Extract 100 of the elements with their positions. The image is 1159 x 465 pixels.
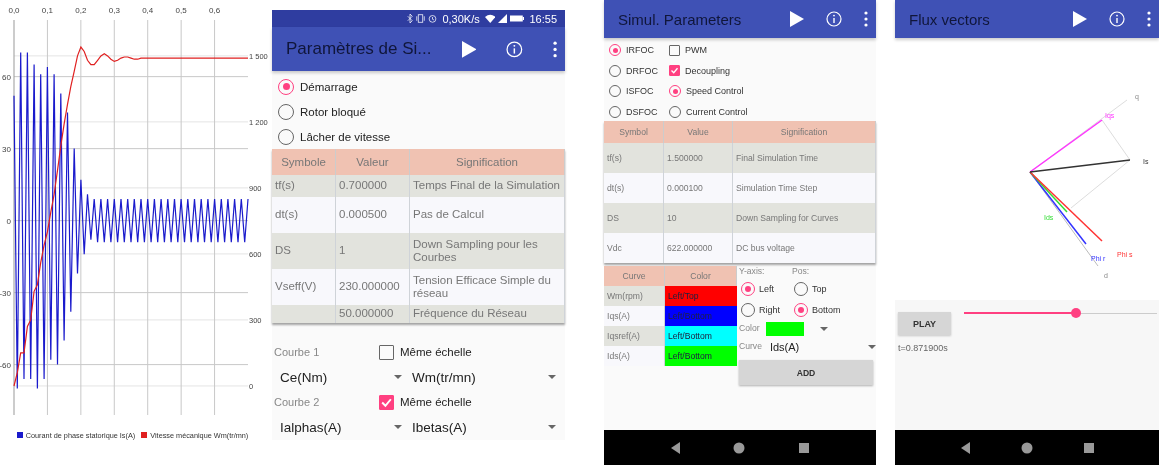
dropdown[interactable]: Wm(tr/mn)	[406, 369, 556, 385]
checkbox-label: Même échelle	[400, 396, 472, 408]
field-label: Courbe 2	[274, 396, 321, 408]
field-label: Color	[739, 323, 760, 335]
screen-title: Flux vectors	[909, 10, 991, 28]
checkbox[interactable]	[379, 394, 394, 410]
tick-label: 0,0	[8, 6, 20, 15]
field-label: Y-axis:	[739, 266, 766, 278]
tick-label: -60	[0, 360, 11, 370]
add-button[interactable]: ADD	[739, 360, 873, 385]
time-label: t=0.871900s	[898, 343, 949, 353]
tick-label: 0	[6, 216, 11, 226]
info-icon[interactable]	[506, 38, 523, 60]
play-icon[interactable]	[790, 11, 804, 27]
recent-apps-icon[interactable]	[799, 442, 810, 453]
table-cell: Wm(rpm)	[604, 286, 665, 306]
table-cell: Temps Final de la Simulation	[410, 175, 565, 197]
color-cell: Left/Top	[665, 286, 737, 306]
tick-label: 0,4	[142, 6, 154, 15]
info-icon[interactable]	[826, 11, 842, 27]
table-cell: Final Simulation Time	[733, 143, 876, 173]
clock: 16:55	[529, 12, 557, 25]
field-label: Courbe 1	[274, 346, 321, 358]
table-cell: Vseff(V)	[272, 269, 336, 305]
tick-label: 0,1	[41, 6, 53, 15]
checkbox[interactable]	[669, 65, 680, 77]
table-cell: 230.000000	[336, 269, 410, 305]
table-cell: Pas de Calcul	[410, 197, 565, 233]
network-speed: 0,30K/s	[442, 12, 480, 25]
dropdown[interactable]: Ialphas(A)	[274, 419, 402, 435]
field-label: Curve	[739, 341, 762, 353]
play-icon[interactable]	[1073, 11, 1087, 27]
option-label: Right	[759, 304, 780, 315]
slider-thumb[interactable]	[1070, 308, 1081, 318]
table-cell: 0.700000	[336, 175, 410, 197]
column-header: Curve	[604, 266, 665, 286]
color-cell: Left/Bottom	[665, 306, 737, 326]
table-cell: Down Sampling pour les Courbes	[410, 233, 565, 269]
recent-apps-icon[interactable]	[1083, 442, 1094, 453]
dropdown[interactable]: Ids(A)	[765, 341, 876, 353]
tick-label: 0,6	[209, 6, 221, 15]
option-label: IRFOC	[626, 45, 654, 56]
field-label: Pos:	[792, 266, 811, 278]
column-header: Signification	[733, 121, 876, 143]
alarm-icon	[428, 14, 438, 24]
table-cell: 0.000500	[336, 197, 410, 233]
wifi-icon	[484, 14, 496, 24]
option-label: Decoupling	[685, 65, 731, 76]
bluetooth-icon	[407, 14, 414, 24]
home-icon[interactable]	[733, 441, 746, 454]
table-cell: Ids(A)	[604, 346, 665, 366]
table-cell	[272, 305, 336, 323]
dropdown[interactable]: Ibetas(A)	[406, 419, 556, 435]
table-cell: Fréquence du Réseau	[410, 305, 565, 323]
column-header: Signification	[410, 149, 565, 175]
option-label: DSFOC	[626, 106, 658, 117]
caret-icon	[548, 375, 556, 379]
option-label: ISFOC	[626, 86, 654, 97]
dropdown[interactable]: Ce(Nm)	[274, 369, 402, 385]
tick-label: 60	[2, 72, 11, 82]
play-icon[interactable]	[461, 38, 477, 60]
battery-icon	[510, 14, 525, 24]
screen-title: Paramètres de Si...	[286, 39, 432, 60]
table-cell: DS	[604, 203, 664, 233]
color-swatch[interactable]	[765, 322, 804, 336]
table-cell: 622.000000	[664, 233, 733, 263]
table-cell: 10	[664, 203, 733, 233]
column-header: Symbole	[272, 149, 336, 175]
vibrate-icon	[416, 14, 426, 24]
back-icon[interactable]	[670, 441, 680, 454]
color-cell: Left/Bottom	[665, 346, 737, 366]
column-header: Color	[665, 266, 737, 286]
table-cell: Vdc	[604, 233, 664, 263]
tick-label: 0,2	[75, 6, 87, 15]
back-icon[interactable]	[960, 441, 970, 454]
checkbox[interactable]	[669, 44, 680, 56]
home-icon[interactable]	[1020, 441, 1033, 454]
table-cell: 1	[336, 233, 410, 269]
caret-icon	[548, 425, 556, 429]
caret-icon	[394, 375, 402, 379]
option-label: Démarrage	[300, 80, 358, 93]
table-cell: tf(s)	[604, 143, 664, 173]
table-cell: 1.500000	[664, 143, 733, 173]
play-button[interactable]: PLAY	[898, 312, 951, 335]
caret-icon	[819, 327, 828, 331]
table-cell: tf(s)	[272, 175, 336, 197]
tick-label: -30	[0, 288, 11, 298]
table-cell: dt(s)	[272, 197, 336, 233]
table-cell: 50.000000	[336, 305, 410, 323]
table-cell: Simulation Time Step	[733, 173, 876, 203]
option-label: Left	[759, 283, 774, 294]
option-label: Bottom	[812, 304, 841, 315]
info-icon[interactable]	[1109, 11, 1125, 27]
checkbox[interactable]	[379, 344, 394, 360]
option-label: Current Control	[686, 106, 748, 117]
more-icon[interactable]	[864, 11, 868, 27]
option-label: Rotor bloqué	[300, 105, 366, 118]
column-header: Valeur	[336, 149, 410, 175]
table-cell: Tension Efficace Simple du réseau	[410, 269, 565, 305]
more-icon[interactable]	[1147, 11, 1151, 27]
